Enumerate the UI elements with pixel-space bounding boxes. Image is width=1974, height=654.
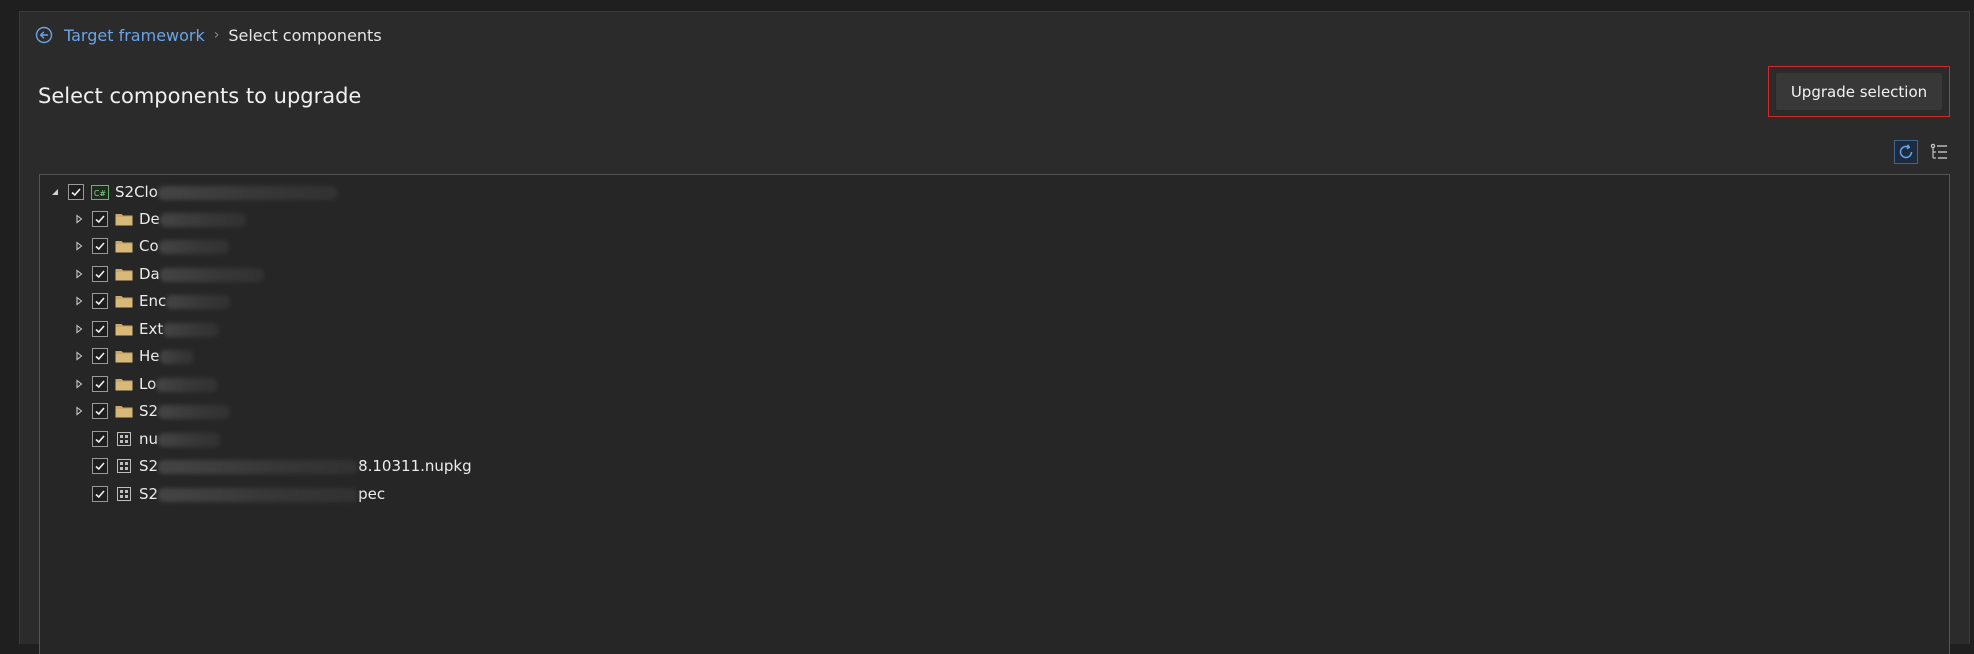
tree-folder-row[interactable]: Enc bbox=[72, 290, 231, 312]
checkbox-folder[interactable] bbox=[92, 266, 108, 282]
folder-label: Co bbox=[139, 237, 229, 255]
folder-icon bbox=[115, 238, 133, 254]
upgrade-button-highlight: Upgrade selection bbox=[1768, 66, 1950, 117]
expand-arrow-icon[interactable] bbox=[72, 322, 86, 336]
folder-label: Da bbox=[139, 265, 264, 283]
package-file-icon bbox=[115, 431, 133, 447]
checkbox-file[interactable] bbox=[92, 486, 108, 502]
expand-arrow-icon[interactable] bbox=[72, 377, 86, 391]
folder-label: Ext bbox=[139, 320, 220, 338]
breadcrumb-separator: › bbox=[213, 27, 220, 43]
tree-folder-row[interactable]: Co bbox=[72, 235, 229, 257]
upgrade-panel: Target framework › Select components Sel… bbox=[19, 11, 1970, 654]
tree-root-label: S2Clo bbox=[115, 183, 338, 201]
tree-file-row[interactable]: S2 pec bbox=[86, 483, 385, 505]
folder-label: He bbox=[139, 347, 194, 365]
checkbox-root[interactable] bbox=[68, 184, 84, 200]
file-label: S2 8.10311.nupkg bbox=[139, 457, 472, 475]
tree-folder-row[interactable]: De bbox=[72, 208, 246, 230]
tree-file-row[interactable]: nu bbox=[86, 428, 221, 450]
folder-icon bbox=[115, 211, 133, 227]
folder-label: Lo bbox=[139, 375, 219, 393]
expand-arrow-icon[interactable] bbox=[72, 267, 86, 281]
components-tree[interactable]: C# S2Clo De Co Da Enc Ext He Lo S2 nu S2… bbox=[39, 174, 1950, 654]
refresh-button[interactable] bbox=[1894, 140, 1918, 164]
collapse-arrow-icon[interactable] bbox=[48, 185, 62, 199]
checkbox-folder[interactable] bbox=[92, 321, 108, 337]
list-settings-icon bbox=[1930, 143, 1947, 159]
folder-icon bbox=[115, 321, 133, 337]
folder-icon bbox=[115, 376, 133, 392]
folder-icon bbox=[115, 293, 133, 309]
checkbox-file[interactable] bbox=[92, 431, 108, 447]
file-label: nu bbox=[139, 430, 221, 448]
expand-arrow-icon[interactable] bbox=[72, 404, 86, 418]
tree-file-row[interactable]: S2 8.10311.nupkg bbox=[86, 455, 472, 477]
folder-icon bbox=[115, 348, 133, 364]
page-title: Select components to upgrade bbox=[38, 84, 362, 108]
package-file-icon bbox=[115, 486, 133, 502]
package-file-icon bbox=[115, 458, 133, 474]
file-label: S2 pec bbox=[139, 485, 386, 503]
checkbox-folder[interactable] bbox=[92, 348, 108, 364]
expand-arrow-icon[interactable] bbox=[72, 212, 86, 226]
checkbox-folder[interactable] bbox=[92, 403, 108, 419]
tree-folder-row[interactable]: Lo bbox=[72, 373, 219, 395]
tree-folder-row[interactable]: Da bbox=[72, 263, 264, 285]
breadcrumb: Target framework › Select components bbox=[35, 25, 382, 45]
folder-icon bbox=[115, 266, 133, 282]
folder-icon bbox=[115, 403, 133, 419]
upgrade-selection-button[interactable]: Upgrade selection bbox=[1776, 73, 1942, 110]
folder-label: De bbox=[139, 210, 246, 228]
svg-text:C#: C# bbox=[94, 189, 107, 198]
expand-arrow-icon[interactable] bbox=[72, 349, 86, 363]
checkbox-folder[interactable] bbox=[92, 376, 108, 392]
folder-label: Enc bbox=[139, 292, 231, 310]
folder-label: S2 bbox=[139, 402, 231, 420]
checkbox-folder[interactable] bbox=[92, 211, 108, 227]
back-arrow-icon[interactable] bbox=[35, 26, 53, 44]
breadcrumb-current: Select components bbox=[228, 25, 382, 45]
options-button[interactable] bbox=[1928, 141, 1950, 163]
checkbox-folder[interactable] bbox=[92, 293, 108, 309]
checkbox-file[interactable] bbox=[92, 458, 108, 474]
expand-arrow-icon[interactable] bbox=[72, 239, 86, 253]
csharp-project-icon: C# bbox=[91, 184, 109, 200]
tree-toolbar bbox=[1894, 139, 1950, 165]
tree-folder-row[interactable]: He bbox=[72, 345, 194, 367]
checkbox-folder[interactable] bbox=[92, 238, 108, 254]
refresh-icon bbox=[1899, 144, 1913, 159]
tree-folder-row[interactable]: Ext bbox=[72, 318, 220, 340]
tree-root-row[interactable]: C# S2Clo bbox=[48, 181, 338, 203]
expand-arrow-icon[interactable] bbox=[72, 294, 86, 308]
breadcrumb-target-framework-link[interactable]: Target framework bbox=[64, 26, 205, 45]
tree-folder-row[interactable]: S2 bbox=[72, 400, 231, 422]
